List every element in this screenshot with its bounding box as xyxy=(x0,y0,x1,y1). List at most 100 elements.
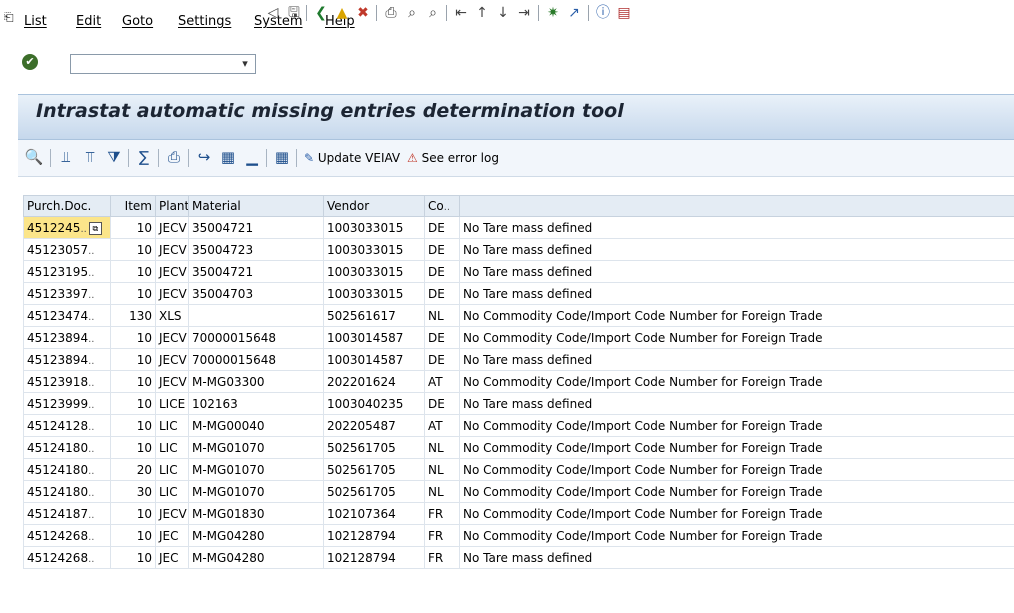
cell-material[interactable]: 70000015648 xyxy=(188,348,324,371)
cell-message[interactable]: No Commodity Code/Import Code Number for… xyxy=(459,436,1014,459)
cell-vendor[interactable]: 502561617 xyxy=(323,304,425,327)
cell-plant[interactable]: JECV xyxy=(155,502,189,525)
cell-doc[interactable]: 45124128.. xyxy=(23,414,111,437)
cell-material[interactable]: M-MG04280 xyxy=(188,546,324,569)
cell-material[interactable]: M-MG01070 xyxy=(188,436,324,459)
cell-item[interactable]: 10 xyxy=(110,392,156,415)
find-next-icon[interactable]: ⌕ xyxy=(424,4,442,22)
cell-plant[interactable]: JECV xyxy=(155,282,189,305)
cell-item[interactable]: 30 xyxy=(110,480,156,503)
cell-plant[interactable]: LIC xyxy=(155,458,189,481)
cell-material[interactable]: M-MG01070 xyxy=(188,480,324,503)
table-row[interactable]: 45123195.. 10 JECV 35004721 1003033015 DE No T… xyxy=(23,260,1014,283)
table-row[interactable]: 4512245.. ⧉ 10 JECV 35004721 1003033015 DE No T… xyxy=(23,216,1014,239)
help-icon[interactable]: ⓘ xyxy=(594,4,612,22)
cell-item[interactable]: 10 xyxy=(110,546,156,569)
cell-doc[interactable]: 45124268.. xyxy=(23,524,111,547)
cell-doc[interactable]: 45124180.. xyxy=(23,458,111,481)
cell-co[interactable]: DE xyxy=(424,326,460,349)
cell-vendor[interactable]: 202205487 xyxy=(323,414,425,437)
cell-material[interactable]: M-MG04280 xyxy=(188,524,324,547)
table-row[interactable]: 45123894.. 10 JECV 70000015648 1003014587 DE N… xyxy=(23,326,1014,349)
print-preview-icon[interactable]: ⎙ xyxy=(164,146,184,168)
filter-icon[interactable]: ⧩ xyxy=(104,146,124,168)
menu-list[interactable]: List xyxy=(24,14,47,29)
find-icon[interactable]: ⌕ xyxy=(403,4,421,22)
cell-plant[interactable]: JECV xyxy=(155,238,189,261)
cell-material[interactable]: 102163 xyxy=(188,392,324,415)
table-row[interactable]: 45123918.. 10 JECV M-MG03300 202201624 AT No C… xyxy=(23,370,1014,393)
chart-icon[interactable]: ▁ xyxy=(242,146,262,168)
cell-message[interactable]: No Commodity Code/Import Code Number for… xyxy=(459,480,1014,503)
cell-vendor[interactable]: 102128794 xyxy=(323,546,425,569)
see-error-log-button[interactable]: ⚠ See error log xyxy=(407,149,499,167)
command-field[interactable] xyxy=(70,54,256,74)
cell-co[interactable]: NL xyxy=(424,480,460,503)
cell-co[interactable]: DE xyxy=(424,348,460,371)
cell-plant[interactable]: JECV xyxy=(155,260,189,283)
cell-doc[interactable]: 45123195.. xyxy=(23,260,111,283)
cell-vendor[interactable]: 502561705 xyxy=(323,436,425,459)
cell-message[interactable]: No Tare mass defined xyxy=(459,392,1014,415)
cell-co[interactable]: AT xyxy=(424,414,460,437)
cell-message[interactable]: No Tare mass defined xyxy=(459,546,1014,569)
update-veiav-button[interactable]: ✎ Update VEIAV xyxy=(304,149,400,167)
cell-co[interactable]: DE xyxy=(424,282,460,305)
cell-co[interactable]: NL xyxy=(424,436,460,459)
cell-plant[interactable]: JECV xyxy=(155,370,189,393)
table-row[interactable]: 45124180.. 30 LIC M-MG01070 502561705 NL No Co… xyxy=(23,480,1014,503)
cell-item[interactable]: 10 xyxy=(110,238,156,261)
exit-icon[interactable]: ▲ xyxy=(333,4,351,22)
cell-co[interactable]: FR xyxy=(424,524,460,547)
cell-material[interactable]: M-MG01830 xyxy=(188,502,324,525)
cell-material[interactable]: 35004723 xyxy=(188,238,324,261)
cell-plant[interactable]: JEC xyxy=(155,524,189,547)
cell-doc[interactable]: 45123397.. xyxy=(23,282,111,305)
cell-co[interactable]: NL xyxy=(424,458,460,481)
next-page-icon[interactable]: ↓ xyxy=(494,4,512,22)
cell-plant[interactable]: LIC xyxy=(155,436,189,459)
cell-material[interactable]: M-MG00040 xyxy=(188,414,324,437)
cell-material[interactable] xyxy=(188,304,324,327)
first-page-icon[interactable]: ⇤ xyxy=(452,4,470,22)
column-header-material[interactable]: Material xyxy=(188,195,324,217)
cell-plant[interactable]: LICE xyxy=(155,392,189,415)
cell-material[interactable]: 35004721 xyxy=(188,216,324,239)
cell-doc[interactable]: 45124187.. xyxy=(23,502,111,525)
cell-doc[interactable]: 45123894.. xyxy=(23,348,111,371)
column-header-purch-doc[interactable]: Purch.Doc. xyxy=(23,195,111,217)
cell-item[interactable]: 130 xyxy=(110,304,156,327)
cell-material[interactable]: 35004721 xyxy=(188,260,324,283)
column-header-country[interactable]: Co.. xyxy=(424,195,460,217)
previous-page-icon[interactable]: ↑ xyxy=(473,4,491,22)
value-help-icon[interactable]: ⧉ xyxy=(88,221,102,235)
cell-doc[interactable]: 45124180.. xyxy=(23,480,111,503)
cell-plant[interactable]: JEC xyxy=(155,546,189,569)
cell-plant[interactable]: JECV xyxy=(155,216,189,239)
menu-edit[interactable]: Edit xyxy=(76,14,101,29)
menu-settings[interactable]: Settings xyxy=(178,14,231,29)
cell-item[interactable]: 10 xyxy=(110,414,156,437)
cell-item[interactable]: 10 xyxy=(110,524,156,547)
cell-co[interactable]: DE xyxy=(424,216,460,239)
menu-goto[interactable]: Goto xyxy=(122,14,153,29)
column-header-message[interactable] xyxy=(459,195,1014,217)
cell-doc[interactable]: 45124180.. xyxy=(23,436,111,459)
cell-plant[interactable]: JECV xyxy=(155,326,189,349)
column-header-vendor[interactable]: Vendor xyxy=(323,195,425,217)
table-row[interactable]: 45124180.. 20 LIC M-MG01070 502561705 NL No Co… xyxy=(23,458,1014,481)
cell-message[interactable]: No Tare mass defined xyxy=(459,282,1014,305)
table-row[interactable]: 45123999.. 10 LICE 102163 1003040235 DE No Tar… xyxy=(23,392,1014,415)
cell-material[interactable]: M-MG01070 xyxy=(188,458,324,481)
cell-doc[interactable]: 45123057.. xyxy=(23,238,111,261)
cell-item[interactable]: 10 xyxy=(110,436,156,459)
cell-doc[interactable]: 45123474.. xyxy=(23,304,111,327)
table-row[interactable]: 45124268.. 10 JEC M-MG04280 102128794 FR No Ta… xyxy=(23,546,1014,569)
cell-co[interactable]: DE xyxy=(424,238,460,261)
create-shortcut-icon[interactable]: ↗ xyxy=(565,4,583,22)
cell-material[interactable]: M-MG03300 xyxy=(188,370,324,393)
table-row[interactable]: 45123474.. 130 XLS 502561617 NL No Commodity … xyxy=(23,304,1014,327)
cell-co[interactable]: NL xyxy=(424,304,460,327)
cell-message[interactable]: No Tare mass defined xyxy=(459,238,1014,261)
cell-message[interactable]: No Commodity Code/Import Code Number for… xyxy=(459,370,1014,393)
